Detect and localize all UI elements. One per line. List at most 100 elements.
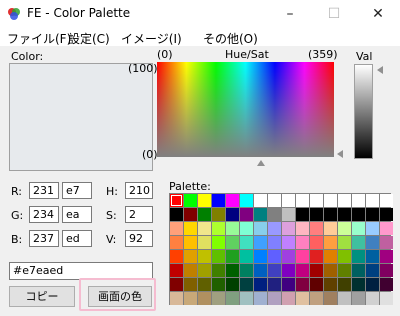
palette-cell[interactable]	[254, 236, 267, 249]
palette-cell[interactable]	[338, 292, 351, 305]
palette-cell[interactable]	[184, 264, 197, 277]
menu-file[interactable]: ファイル(F)	[7, 30, 71, 47]
palette-cell[interactable]	[366, 264, 379, 277]
palette-cell[interactable]	[380, 278, 393, 291]
palette-cell[interactable]	[338, 208, 351, 221]
h-input[interactable]: 210	[125, 182, 153, 199]
palette-cell[interactable]	[226, 222, 239, 235]
palette-cell[interactable]	[282, 236, 295, 249]
palette-cell[interactable]	[254, 264, 267, 277]
palette-cell[interactable]	[338, 278, 351, 291]
palette-cell[interactable]	[268, 236, 281, 249]
palette-cell[interactable]	[240, 278, 253, 291]
palette-cell[interactable]	[310, 278, 323, 291]
r-hex-input[interactable]: e7	[62, 182, 92, 199]
palette-cell[interactable]	[212, 292, 225, 305]
palette-cell[interactable]	[198, 264, 211, 277]
palette-cell[interactable]	[352, 292, 365, 305]
palette-cell[interactable]	[366, 236, 379, 249]
palette-cell[interactable]	[198, 292, 211, 305]
palette-cell[interactable]	[184, 222, 197, 235]
palette-cell[interactable]	[338, 194, 351, 207]
palette-cell[interactable]	[282, 222, 295, 235]
palette-cell[interactable]	[268, 222, 281, 235]
palette-cell[interactable]	[310, 236, 323, 249]
menu-image[interactable]: イメージ(I)	[121, 30, 182, 47]
s-input[interactable]: 2	[125, 206, 153, 223]
palette-cell[interactable]	[198, 278, 211, 291]
palette-cell[interactable]	[366, 222, 379, 235]
palette-cell[interactable]	[170, 264, 183, 277]
palette-cell[interactable]	[212, 194, 225, 207]
palette-cell[interactable]	[212, 264, 225, 277]
palette-cell[interactable]	[324, 250, 337, 263]
palette-cell[interactable]	[282, 278, 295, 291]
value-marker[interactable]	[377, 66, 383, 74]
palette-cell[interactable]	[296, 292, 309, 305]
palette-cell[interactable]	[170, 236, 183, 249]
palette-cell[interactable]	[352, 208, 365, 221]
menu-other[interactable]: その他(O)	[203, 30, 258, 47]
palette-cell[interactable]	[310, 208, 323, 221]
palette-cell[interactable]	[254, 250, 267, 263]
palette-cell[interactable]	[254, 208, 267, 221]
palette-cell[interactable]	[352, 250, 365, 263]
palette-cell[interactable]	[380, 292, 393, 305]
palette-cell[interactable]	[240, 250, 253, 263]
palette-cell[interactable]	[310, 292, 323, 305]
palette-cell[interactable]	[296, 222, 309, 235]
palette-cell[interactable]	[240, 264, 253, 277]
palette-cell[interactable]	[226, 250, 239, 263]
palette-cell[interactable]	[282, 292, 295, 305]
palette-cell[interactable]	[282, 208, 295, 221]
palette-cell[interactable]	[254, 278, 267, 291]
palette-cell[interactable]	[352, 222, 365, 235]
palette-cell[interactable]	[268, 278, 281, 291]
palette-cell[interactable]	[296, 194, 309, 207]
palette-cell[interactable]	[198, 208, 211, 221]
palette-cell[interactable]	[170, 222, 183, 235]
v-input[interactable]: 92	[125, 230, 153, 247]
palette-cell[interactable]	[254, 292, 267, 305]
maximize-button[interactable]: ☐	[312, 0, 356, 28]
palette-cell[interactable]	[226, 278, 239, 291]
value-slider[interactable]	[354, 64, 373, 159]
b-input[interactable]: 237	[29, 230, 59, 247]
palette-cell[interactable]	[296, 250, 309, 263]
palette-cell[interactable]	[170, 278, 183, 291]
copy-button[interactable]: コピー	[9, 286, 75, 307]
palette-cell[interactable]	[226, 194, 239, 207]
palette-cell[interactable]	[170, 292, 183, 305]
close-button[interactable]: ✕	[356, 0, 400, 28]
palette-cell[interactable]	[226, 236, 239, 249]
palette-cell[interactable]	[338, 264, 351, 277]
palette-cell[interactable]	[338, 236, 351, 249]
palette-cell[interactable]	[268, 194, 281, 207]
palette-cell[interactable]	[240, 292, 253, 305]
palette-cell[interactable]	[366, 292, 379, 305]
palette-cell[interactable]	[380, 208, 393, 221]
g-hex-input[interactable]: ea	[62, 206, 92, 223]
palette-cell[interactable]	[240, 208, 253, 221]
palette-cell[interactable]	[366, 208, 379, 221]
palette-cell[interactable]	[240, 194, 253, 207]
palette-cell[interactable]	[296, 236, 309, 249]
palette-cell[interactable]	[338, 222, 351, 235]
palette-cell[interactable]	[198, 250, 211, 263]
palette-cell[interactable]	[380, 194, 393, 207]
palette-cell[interactable]	[380, 250, 393, 263]
palette-cell[interactable]	[268, 292, 281, 305]
palette-cell[interactable]	[198, 222, 211, 235]
palette-cell[interactable]	[226, 208, 239, 221]
palette-cell[interactable]	[282, 194, 295, 207]
palette-cell[interactable]	[198, 194, 211, 207]
palette-cell[interactable]	[212, 236, 225, 249]
palette-cell[interactable]	[212, 222, 225, 235]
palette-cell[interactable]	[184, 292, 197, 305]
palette-cell[interactable]	[324, 236, 337, 249]
screen-color-button[interactable]: 画面の色	[88, 286, 152, 307]
palette-cell[interactable]	[324, 194, 337, 207]
palette-cell[interactable]	[380, 222, 393, 235]
b-hex-input[interactable]: ed	[62, 230, 92, 247]
palette-cell[interactable]	[268, 250, 281, 263]
